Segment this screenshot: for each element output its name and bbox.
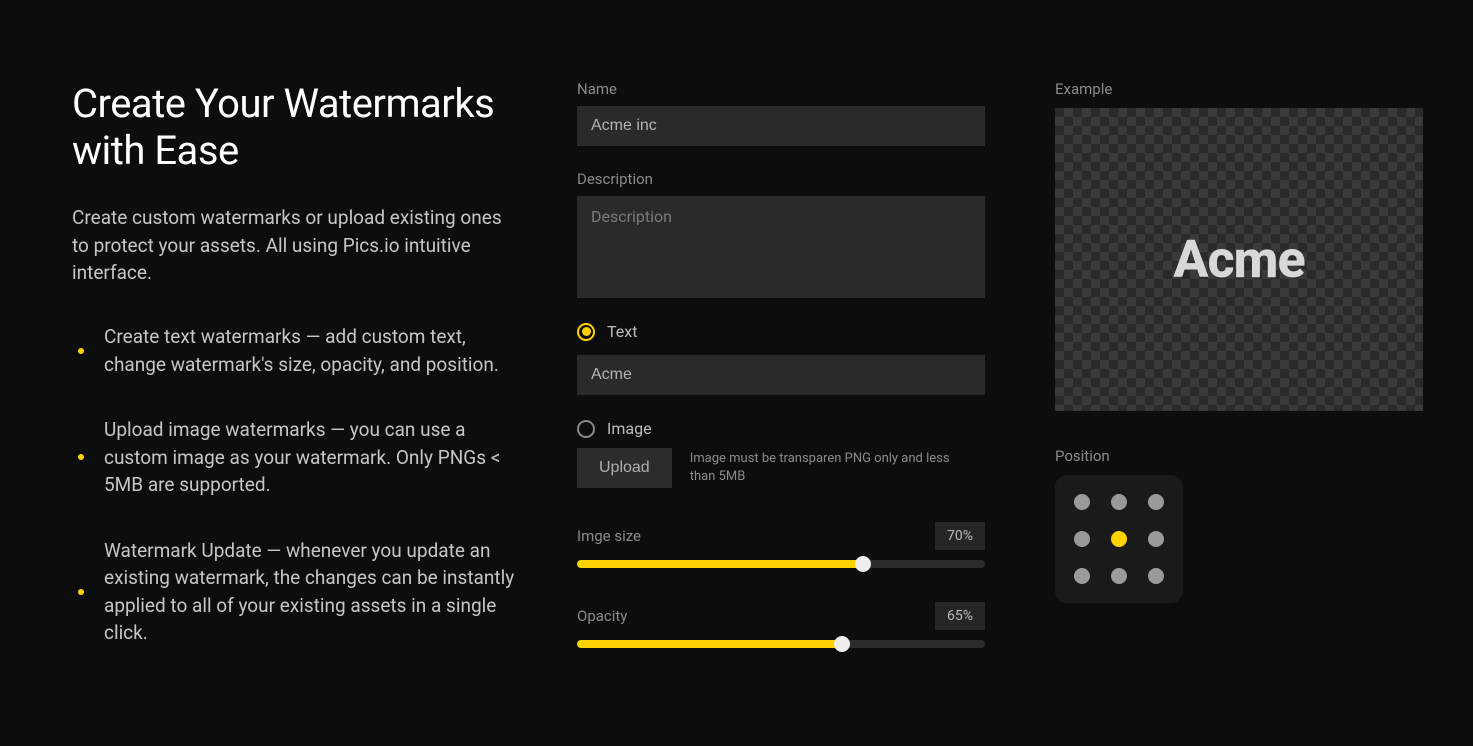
page-title: Create Your Watermarks with Ease: [72, 80, 517, 174]
radio-image-label: Image: [607, 419, 652, 438]
example-preview: Acme: [1055, 108, 1423, 411]
position-cell-4[interactable]: [1104, 524, 1135, 555]
position-dot-icon: [1074, 494, 1090, 510]
radio-text-label: Text: [607, 322, 637, 341]
opacity-slider[interactable]: [577, 640, 985, 648]
page-subtitle: Create custom watermarks or upload exist…: [72, 204, 517, 287]
upload-button[interactable]: Upload: [577, 448, 672, 488]
position-grid: [1055, 475, 1183, 603]
example-watermark-text: Acme: [1173, 229, 1304, 290]
description-label: Description: [577, 170, 985, 188]
name-label: Name: [577, 80, 985, 98]
position-cell-5[interactable]: [1140, 524, 1171, 555]
position-cell-0[interactable]: [1067, 487, 1098, 518]
position-dot-icon: [1074, 568, 1090, 584]
position-cell-2[interactable]: [1140, 487, 1171, 518]
upload-hint: Image must be transparen PNG only and le…: [690, 450, 950, 485]
position-cell-8[interactable]: [1140, 560, 1171, 591]
position-cell-6[interactable]: [1067, 560, 1098, 591]
description-textarea[interactable]: [577, 196, 985, 298]
radio-icon: [577, 323, 595, 341]
position-dot-icon: [1111, 494, 1127, 510]
name-input[interactable]: [577, 106, 985, 146]
position-label: Position: [1055, 447, 1435, 465]
position-cell-1[interactable]: [1104, 487, 1135, 518]
position-dot-icon: [1148, 531, 1164, 547]
position-dot-icon: [1074, 531, 1090, 547]
feature-bullet: Watermark Update — whenever you update a…: [72, 537, 517, 647]
feature-bullet: Upload image watermarks — you can use a …: [72, 416, 517, 499]
position-dot-icon: [1111, 568, 1127, 584]
position-cell-3[interactable]: [1067, 524, 1098, 555]
opacity-value: 65%: [935, 602, 985, 630]
position-cell-7[interactable]: [1104, 560, 1135, 591]
position-dot-icon: [1148, 494, 1164, 510]
type-image-radio[interactable]: Image: [577, 419, 985, 438]
example-label: Example: [1055, 80, 1435, 98]
image-size-value: 70%: [935, 522, 985, 550]
position-dot-icon: [1111, 531, 1127, 547]
image-size-slider[interactable]: [577, 560, 985, 568]
position-dot-icon: [1148, 568, 1164, 584]
watermark-text-input[interactable]: [577, 355, 985, 395]
opacity-label: Opacity: [577, 607, 627, 625]
radio-icon: [577, 420, 595, 438]
type-text-radio[interactable]: Text: [577, 322, 985, 341]
feature-bullet: Create text watermarks — add custom text…: [72, 323, 517, 378]
image-size-label: Imge size: [577, 527, 641, 545]
